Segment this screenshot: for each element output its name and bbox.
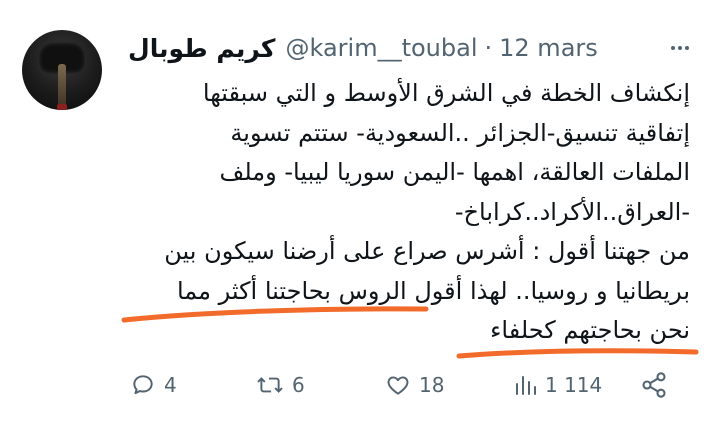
tweet-line: -العراق..الأكراد..كراباخ- [454,197,690,226]
views-icon [516,376,536,395]
reply-button[interactable]: 4 [130,370,177,400]
tweet-line: إتفاقية تنسيق-الجزائر ..السعودية- ستتم ت… [230,118,690,147]
tweet-line: الملفات العالقة، اهمها -اليمن سوريا ليبي… [219,158,691,186]
header-separator: · [484,34,493,62]
views-count: 1 114 [545,373,603,397]
avatar-cane-tip [57,104,67,110]
more-icon[interactable] [668,36,692,60]
views-button[interactable]: 1 114 [513,370,602,400]
action-bar: 4 6 18 1 114 [0,370,720,410]
like-button[interactable]: 18 [385,370,444,400]
avatar[interactable] [22,30,102,110]
author-handle[interactable]: @karim__toubal [285,34,477,62]
tweet-header: كريم طوبال @karim__toubal · 12 mars [128,30,598,66]
tweet-card[interactable]: كريم طوبال @karim__toubal · 12 mars إنكش… [0,0,720,441]
highlight-underline [121,306,429,323]
share-icon [642,372,666,398]
reply-icon [133,375,153,395]
retweet-button[interactable]: 6 [256,370,305,400]
reply-count: 4 [164,373,177,397]
tweet-line: إنكشاف الخطة في الشرق الأوسط و التي سبقت… [202,79,690,107]
retweet-count: 6 [292,373,305,397]
like-icon [387,376,409,395]
tweet-date[interactable]: 12 mars [499,34,598,62]
share-button[interactable] [640,370,676,400]
highlight-underline [456,348,699,359]
retweet-icon [257,377,283,393]
like-count: 18 [419,373,445,397]
author-name[interactable]: كريم طوبال [128,34,275,63]
tweet-line: من جهتنا أقول : أشرس صراع على أرضنا سيكو… [164,237,690,265]
